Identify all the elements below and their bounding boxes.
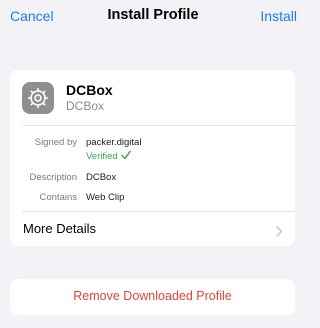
verified-status: Verified [86, 150, 131, 163]
contains-label: Contains [39, 192, 78, 203]
checkmark-icon [120, 150, 131, 163]
verified-label: Verified [86, 151, 118, 162]
signed-by-label: Signed by [34, 137, 77, 148]
navigation-bar: Cancel Install Profile Install [0, 0, 306, 32]
divider [22, 125, 295, 126]
remove-profile-label: Remove Downloaded Profile [73, 289, 232, 303]
profile-card: DCBox DCBox Signed by packer.digital Ver… [10, 70, 295, 246]
profile-subtitle: DCBox [66, 99, 105, 113]
gear-icon [22, 82, 54, 114]
description-value: DCBox [86, 172, 117, 183]
chevron-right-icon [276, 224, 283, 242]
install-button[interactable]: Install [260, 8, 297, 24]
remove-profile-button[interactable]: Remove Downloaded Profile [10, 279, 295, 315]
profile-name: DCBox [66, 82, 113, 98]
signed-by-value: packer.digital [86, 137, 142, 148]
more-details-row[interactable]: More Details [10, 212, 295, 246]
description-label: Description [29, 172, 77, 183]
more-details-label: More Details [23, 221, 96, 236]
contains-value: Web Clip [86, 192, 125, 203]
